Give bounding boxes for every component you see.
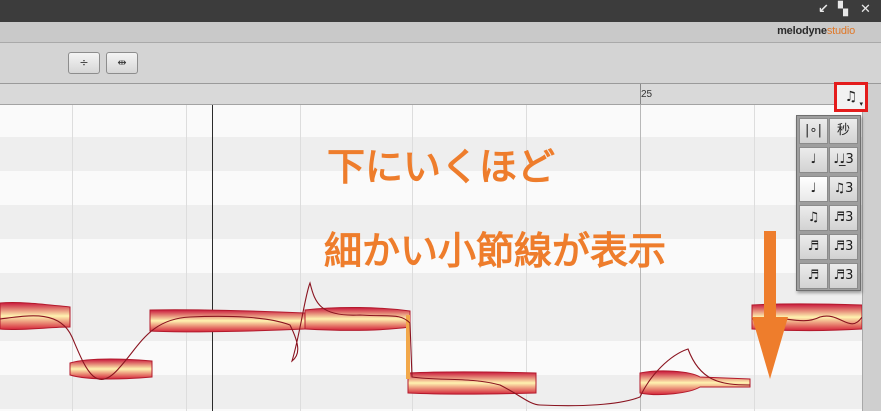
maximize-icon[interactable]: ▚ (838, 2, 848, 18)
grid-option-sixteenth-triplet[interactable]: ♬3 (829, 234, 858, 260)
vertical-scrollbar[interactable] (862, 84, 881, 411)
bar-number-label: 25 (641, 89, 653, 100)
grid-option-thirty-second-triplet[interactable]: ♬3 (829, 263, 858, 289)
timeline-ruler[interactable]: 25 (0, 84, 862, 105)
note-blob[interactable] (407, 371, 537, 395)
note-blob[interactable] (304, 306, 411, 331)
time-tool-button[interactable]: ⇹ (106, 52, 138, 74)
title-bar: ↙ ▚ ✕ (0, 0, 881, 22)
grid-resolution-menu: |∘| 秒 ♩ ♩♩̲3 ♩ ♫3 ♫ ♬3 ♬ ♬3 ♬ ♬3 (796, 115, 861, 291)
note-blob[interactable] (149, 309, 306, 333)
close-icon[interactable]: ✕ (860, 2, 871, 18)
grid-option-eighth-triplet[interactable]: ♬3 (829, 205, 858, 231)
note-icon: ♫ (844, 89, 858, 105)
annotation-line-1: 下にいくほど (327, 145, 556, 189)
grid-resolution-button[interactable]: ♫ ▾ (834, 82, 868, 112)
restore-icon[interactable]: ↙ (818, 2, 829, 18)
grid-option-bar[interactable]: |∘| (799, 118, 828, 144)
app-header: melodynestudio (0, 22, 881, 43)
logo-main: melodyne (777, 25, 827, 37)
grid-option-half[interactable]: ♩ (799, 147, 828, 173)
grid-option-quarter-triplet[interactable]: ♫3 (829, 176, 858, 202)
note-transition (406, 315, 410, 379)
note-blob[interactable] (639, 370, 751, 396)
grid-option-quarter[interactable]: ♩ (799, 176, 828, 202)
grid-option-sixteenth[interactable]: ♬ (799, 234, 828, 260)
grid-option-thirty-second[interactable]: ♬ (799, 263, 828, 289)
grid-option-seconds[interactable]: 秒 (829, 118, 858, 144)
down-arrow-icon (752, 231, 788, 379)
toolbar: ÷ ⇹ (0, 43, 881, 84)
annotation-line-2: 細かい小節線が表示 (324, 229, 667, 273)
chevron-down-icon: ▾ (859, 100, 863, 108)
grid-option-eighth[interactable]: ♫ (799, 205, 828, 231)
pitch-tool-button[interactable]: ÷ (68, 52, 100, 74)
logo-sub: studio (826, 25, 855, 37)
grid-option-half-triplet[interactable]: ♩♩̲3 (829, 147, 858, 173)
melodyne-logo: melodynestudio (777, 25, 855, 37)
